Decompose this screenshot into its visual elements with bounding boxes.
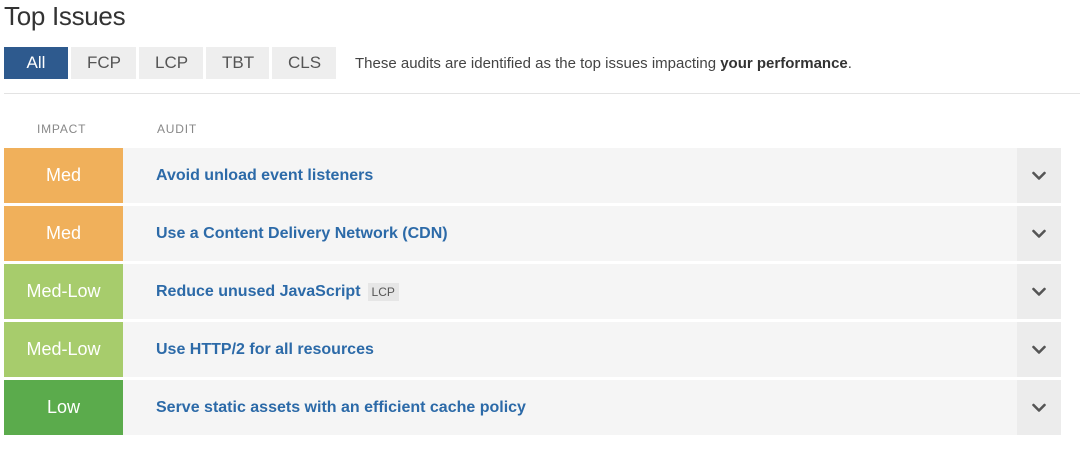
audit-title-link[interactable]: Avoid unload event listeners [123, 148, 1017, 203]
chevron-down-icon [1032, 171, 1046, 180]
impact-badge: Med-Low [4, 264, 123, 319]
audit-title: Serve static assets with an efficient ca… [156, 398, 526, 416]
filter-tabs: All FCP LCP TBT CLS These audits are ide… [4, 47, 852, 79]
tab-fcp[interactable]: FCP [71, 47, 136, 79]
expand-button[interactable] [1017, 264, 1061, 319]
tab-tbt[interactable]: TBT [206, 47, 269, 79]
chevron-down-icon [1032, 229, 1046, 238]
impact-badge: Med-Low [4, 322, 123, 377]
audit-title: Use HTTP/2 for all resources [156, 340, 374, 358]
table-row[interactable]: Low Serve static assets with an efficien… [4, 380, 1061, 435]
tabs-description-suffix: . [847, 54, 852, 72]
tab-lcp[interactable]: LCP [139, 47, 203, 79]
audit-title-link[interactable]: Reduce unused JavaScript LCP [123, 264, 1017, 319]
tab-cls[interactable]: CLS [272, 47, 336, 79]
chevron-down-icon [1032, 345, 1046, 354]
tabs-description-prefix: These audits are identified as the top i… [355, 54, 721, 72]
audit-title-link[interactable]: Serve static assets with an efficient ca… [123, 380, 1017, 435]
table-row[interactable]: Med Avoid unload event listeners [4, 148, 1061, 203]
table-row[interactable]: Med Use a Content Delivery Network (CDN) [4, 206, 1061, 261]
section-divider [4, 93, 1080, 94]
tab-all[interactable]: All [4, 47, 68, 79]
page-title: Top Issues [4, 1, 126, 31]
impact-badge: Med [4, 206, 123, 261]
issues-table: Med Avoid unload event listeners Med Use… [4, 148, 1061, 438]
expand-button[interactable] [1017, 148, 1061, 203]
expand-button[interactable] [1017, 380, 1061, 435]
impact-badge: Low [4, 380, 123, 435]
impact-column-header: IMPACT [37, 122, 87, 136]
tabs-description: These audits are identified as the top i… [355, 55, 852, 72]
tabs-description-bold: your performance [720, 54, 848, 72]
expand-button[interactable] [1017, 322, 1061, 377]
audit-title: Avoid unload event listeners [156, 166, 374, 184]
table-row[interactable]: Med-Low Reduce unused JavaScript LCP [4, 264, 1061, 319]
audit-column-header: AUDIT [157, 122, 197, 136]
metric-tag: LCP [367, 282, 399, 301]
chevron-down-icon [1032, 403, 1046, 412]
audit-title-link[interactable]: Use a Content Delivery Network (CDN) [123, 206, 1017, 261]
audit-title: Use a Content Delivery Network (CDN) [156, 224, 448, 242]
audit-title-link[interactable]: Use HTTP/2 for all resources [123, 322, 1017, 377]
expand-button[interactable] [1017, 206, 1061, 261]
table-row[interactable]: Med-Low Use HTTP/2 for all resources [4, 322, 1061, 377]
audit-title: Reduce unused JavaScript [156, 282, 361, 300]
chevron-down-icon [1032, 287, 1046, 296]
impact-badge: Med [4, 148, 123, 203]
